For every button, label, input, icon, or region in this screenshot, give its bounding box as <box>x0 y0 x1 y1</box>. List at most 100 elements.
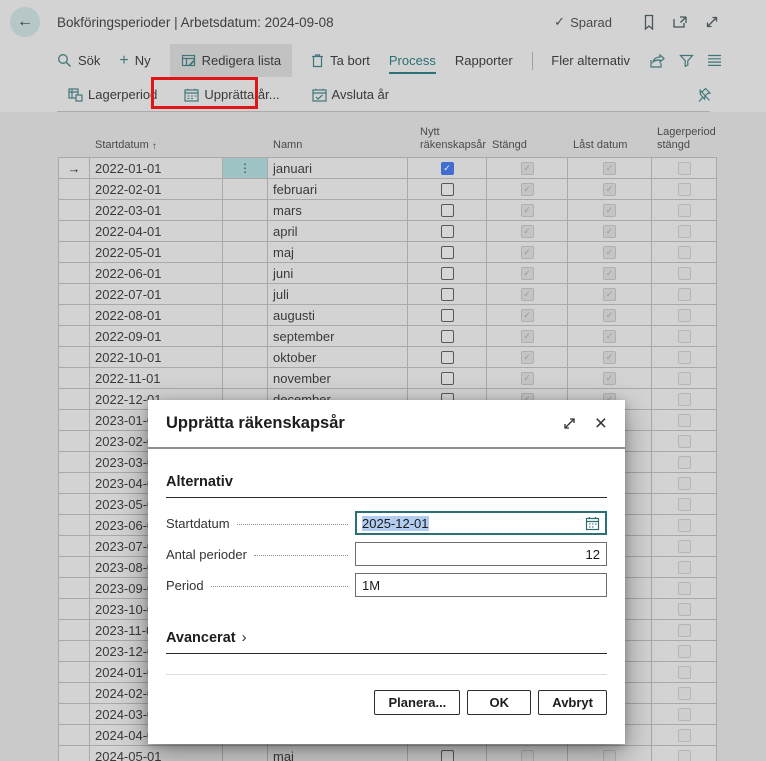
search-button[interactable]: Sök <box>57 53 100 68</box>
field-input[interactable]: 2025-12-01 <box>355 511 607 535</box>
cell-startdatum[interactable]: 2022-09-01 <box>90 326 223 346</box>
table-row[interactable]: 2022-03-01 mars ✓ ✓ <box>58 200 717 221</box>
cell-namn[interactable]: juli <box>268 284 408 304</box>
edit-list-button[interactable]: Redigera lista <box>170 44 293 77</box>
cell-namn[interactable]: september <box>268 326 408 346</box>
avsluta-ar-button[interactable]: Avsluta år <box>312 87 390 102</box>
tab-reports[interactable]: Rapporter <box>455 53 513 68</box>
options-section-heading: Alternativ <box>166 474 607 498</box>
cancel-button[interactable]: Avbryt <box>538 690 607 715</box>
cell-startdatum[interactable]: 2022-07-01 <box>90 284 223 304</box>
new-button[interactable]: + Ny <box>119 53 150 69</box>
checkbox-last-datum: ✓ <box>603 246 616 259</box>
cell-namn[interactable]: oktober <box>268 347 408 367</box>
filter-icon[interactable] <box>679 53 694 68</box>
field-input[interactable]: 12 <box>355 542 607 566</box>
table-row[interactable]: 2022-05-01 maj ✓ ✓ <box>58 242 717 263</box>
cell-startdatum[interactable]: 2022-03-01 <box>90 200 223 220</box>
cell-namn[interactable]: november <box>268 368 408 388</box>
header-last-datum[interactable]: Låst datum <box>568 117 652 157</box>
table-row[interactable]: 2022-07-01 juli ✓ ✓ <box>58 284 717 305</box>
checkbox-nytt-rakenskapsar[interactable] <box>441 225 454 238</box>
cell-namn[interactable]: maj <box>268 746 408 761</box>
table-row[interactable]: 2022-04-01 april ✓ ✓ <box>58 221 717 242</box>
plan-button[interactable]: Planera... <box>374 690 460 715</box>
checkbox-nytt-rakenskapsar[interactable] <box>441 204 454 217</box>
table-row[interactable]: 2022-06-01 juni ✓ ✓ <box>58 263 717 284</box>
checkbox-lagerperiod-stangd <box>678 246 691 259</box>
dialog-close-icon[interactable]: × <box>595 413 607 434</box>
checkbox-stangd: ✓ <box>521 225 534 238</box>
advanced-toggle[interactable]: Avancerat › <box>166 629 607 654</box>
table-row[interactable]: 2024-05-01 maj <box>58 746 717 761</box>
dialog-expand-icon[interactable] <box>562 416 577 431</box>
cell-startdatum[interactable]: 2022-05-01 <box>90 242 223 262</box>
header-stangd[interactable]: Stängd <box>487 117 568 157</box>
dotted-leader <box>254 555 348 556</box>
header-namn[interactable]: Namn <box>268 117 408 157</box>
delete-button[interactable]: Ta bort <box>311 53 370 68</box>
more-options-label: Fler alternativ <box>551 53 630 68</box>
search-label: Sök <box>78 53 100 68</box>
close-year-icon <box>312 88 327 102</box>
table-row[interactable]: 2022-02-01 februari ✓ ✓ <box>58 179 717 200</box>
cell-startdatum[interactable]: 2022-08-01 <box>90 305 223 325</box>
cell-namn[interactable]: maj <box>268 242 408 262</box>
search-icon <box>57 53 72 68</box>
ok-button[interactable]: OK <box>467 690 531 715</box>
cell-startdatum[interactable]: 2022-11-01 <box>90 368 223 388</box>
calendar-icon[interactable] <box>585 516 600 531</box>
cell-startdatum[interactable]: 2022-10-01 <box>90 347 223 367</box>
cell-namn[interactable]: juni <box>268 263 408 283</box>
cell-namn[interactable]: augusti <box>268 305 408 325</box>
field-input[interactable]: 1M <box>355 573 607 597</box>
sort-ascending-icon: ↑ <box>152 141 157 154</box>
checkbox-nytt-rakenskapsar[interactable] <box>441 267 454 280</box>
uppratta-ar-label: Upprätta år... <box>204 87 279 102</box>
field-value: 2025-12-01 <box>362 516 429 531</box>
checkbox-nytt-rakenskapsar[interactable] <box>441 309 454 322</box>
cell-namn[interactable]: januari <box>268 158 408 178</box>
row-menu-dots-icon[interactable]: ⋮ <box>239 161 251 175</box>
expand-icon[interactable] <box>704 14 720 30</box>
share-icon[interactable] <box>649 53 666 69</box>
header-nytt-rakenskapsar[interactable]: Nytt räkenskapsår <box>408 117 487 157</box>
checkbox-nytt-rakenskapsar[interactable] <box>441 288 454 301</box>
table-row[interactable]: → 2022-01-01 ⋮ januari ✓ ✓ ✓ <box>58 158 717 179</box>
checkbox-nytt-rakenskapsar[interactable] <box>441 372 454 385</box>
bookmark-icon[interactable] <box>641 14 657 31</box>
tab-process[interactable]: Process <box>389 47 436 74</box>
checkbox-nytt-rakenskapsar[interactable] <box>441 330 454 343</box>
lagerperiod-button[interactable]: Lagerperiod <box>68 87 157 102</box>
dotted-leader <box>237 524 348 525</box>
uppratta-rakenskapsar-dialog: Upprätta räkenskapsår × Alternativ Start… <box>148 400 625 744</box>
cell-namn[interactable]: april <box>268 221 408 241</box>
list-view-icon[interactable] <box>707 54 722 67</box>
checkbox-nytt-rakenskapsar[interactable] <box>441 750 454 761</box>
uppratta-ar-button[interactable]: Upprätta år... <box>184 87 279 102</box>
cell-startdatum[interactable]: 2022-01-01 <box>90 158 223 178</box>
back-button[interactable]: ← <box>10 7 40 37</box>
cell-namn[interactable]: mars <box>268 200 408 220</box>
cell-startdatum[interactable]: 2022-02-01 <box>90 179 223 199</box>
table-row[interactable]: 2022-11-01 november ✓ ✓ <box>58 368 717 389</box>
dialog-footer-divider <box>166 674 607 675</box>
checkbox-nytt-rakenskapsar[interactable] <box>441 246 454 259</box>
cell-startdatum[interactable]: 2022-06-01 <box>90 263 223 283</box>
unpin-icon[interactable] <box>697 87 712 103</box>
header-startdatum[interactable]: Startdatum ↑ <box>90 117 223 157</box>
checkbox-nytt-rakenskapsar[interactable] <box>441 351 454 364</box>
checkbox-lagerperiod-stangd <box>678 330 691 343</box>
table-row[interactable]: 2022-08-01 augusti ✓ ✓ <box>58 305 717 326</box>
more-options-button[interactable]: Fler alternativ <box>551 53 630 68</box>
checkbox-nytt-rakenskapsar[interactable] <box>441 183 454 196</box>
open-in-new-window-icon[interactable] <box>672 14 689 30</box>
cell-startdatum[interactable]: 2022-04-01 <box>90 221 223 241</box>
checkbox-nytt-rakenskapsar[interactable]: ✓ <box>441 162 454 175</box>
header-lagerperiod-stangd[interactable]: Lagerperiod stängd <box>652 117 717 157</box>
field-label: Antal perioder <box>166 547 247 562</box>
cell-startdatum[interactable]: 2024-05-01 <box>90 746 223 761</box>
cell-namn[interactable]: februari <box>268 179 408 199</box>
table-row[interactable]: 2022-10-01 oktober ✓ ✓ <box>58 347 717 368</box>
table-row[interactable]: 2022-09-01 september ✓ ✓ <box>58 326 717 347</box>
